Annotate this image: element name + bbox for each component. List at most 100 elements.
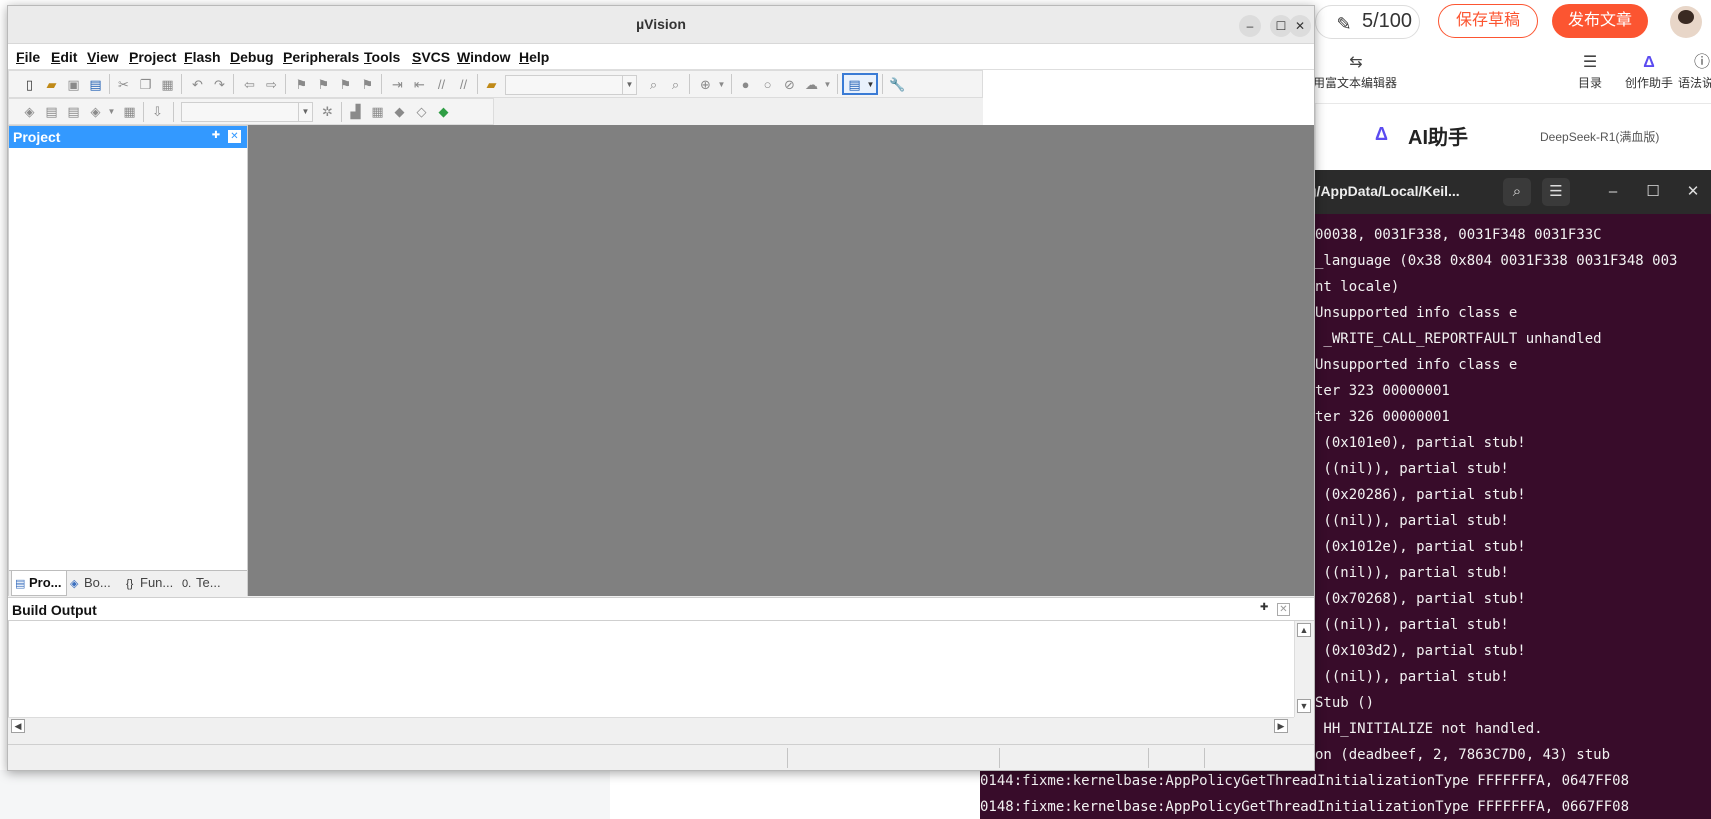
avatar[interactable]	[1670, 6, 1702, 38]
scroll-right-icon[interactable]: ▶	[1274, 719, 1288, 733]
ai-model-selector[interactable]: DeepSeek-R1(满血版)	[1540, 128, 1659, 145]
menu-view[interactable]: View	[87, 49, 119, 65]
status-divider	[787, 748, 788, 768]
file-extensions-icon[interactable]: ▟	[347, 103, 364, 120]
horizontal-scrollbar[interactable]: ◀ ▶	[8, 717, 1294, 735]
manage-components-icon[interactable]: ▦	[369, 103, 386, 120]
breakpoint-icon[interactable]: ○	[759, 76, 776, 93]
chevron-down-icon[interactable]: ▼	[713, 76, 730, 93]
minimize-icon[interactable]: –	[1599, 178, 1627, 206]
list-icon: ☰	[1582, 54, 1598, 71]
tab-project[interactable]: ▤ Pro...	[11, 571, 67, 596]
build-output-title: Build Output	[12, 602, 97, 618]
undo-icon[interactable]: ↶	[189, 76, 206, 93]
stop-build-icon[interactable]: ▦	[121, 103, 138, 120]
bookmark-next-icon[interactable]: ⚑	[337, 76, 354, 93]
terminal-line-text: nt locale)	[1315, 279, 1400, 295]
save-all-icon[interactable]: ▤	[87, 76, 104, 93]
maximize-icon[interactable]: ☐	[1639, 178, 1667, 206]
scroll-left-icon[interactable]: ◀	[11, 719, 25, 733]
configure-icon[interactable]: 🔧	[889, 76, 906, 93]
menu-edit[interactable]: Edit	[51, 49, 77, 65]
paste-icon[interactable]: ▦	[159, 76, 176, 93]
save-draft-button[interactable]: 保存草稿	[1438, 4, 1538, 38]
rebuild-icon[interactable]: ▤	[65, 103, 82, 120]
chevron-down-icon: ▼	[298, 103, 312, 121]
menu-project[interactable]: Project	[129, 49, 176, 65]
find-icon[interactable]: ⌕	[645, 76, 662, 93]
toolbar-separator	[181, 74, 182, 94]
breakpoint-enable-icon[interactable]: ⊘	[781, 76, 798, 93]
cut-icon[interactable]: ✂	[115, 76, 132, 93]
software-packs-icon[interactable]: ◇	[413, 103, 430, 120]
find-in-files-icon[interactable]: ▰	[483, 76, 500, 93]
find-combo[interactable]: ▼	[505, 75, 637, 95]
minimize-button[interactable]: –	[1239, 15, 1261, 37]
bookmark-prev-icon[interactable]: ⚑	[315, 76, 332, 93]
toc-button[interactable]: ☰ 目录	[1570, 52, 1610, 91]
indent-icon[interactable]: ⇥	[389, 76, 406, 93]
scroll-down-icon[interactable]: ▼	[1297, 699, 1311, 713]
bookmark-icon[interactable]: ⚑	[293, 76, 310, 93]
batch-build-icon[interactable]: ◈	[87, 103, 104, 120]
menu-debug[interactable]: Debug	[230, 49, 274, 65]
search-icon[interactable]: ⌕	[1503, 178, 1531, 206]
open-folder-icon[interactable]: ▰	[43, 76, 60, 93]
editor-area[interactable]	[248, 125, 1314, 596]
pin-icon[interactable]: ✚	[1260, 602, 1268, 613]
menu-tools[interactable]: Tools	[364, 49, 400, 65]
chevron-down-icon[interactable]: ▼	[103, 103, 120, 120]
pack-installer-icon[interactable]: ◆	[435, 103, 452, 120]
menu-icon[interactable]: ☰	[1542, 178, 1570, 206]
status-divider	[1148, 748, 1149, 768]
tab-functions[interactable]: {} Fun...	[123, 571, 179, 596]
menu-help[interactable]: Help	[519, 49, 549, 65]
target-options-icon[interactable]: ✲	[319, 103, 336, 120]
bookmark-clear-icon[interactable]: ⚑	[359, 76, 376, 93]
copy-icon[interactable]: ❐	[137, 76, 154, 93]
window-layout-selector[interactable]: ▤ ▼	[842, 73, 878, 95]
publish-button[interactable]: 发布文章	[1552, 4, 1648, 38]
nav-forward-icon[interactable]: ⇨	[263, 76, 280, 93]
close-icon[interactable]: ✕	[1277, 603, 1290, 616]
comment-icon[interactable]: //	[433, 76, 450, 93]
project-tree[interactable]	[9, 148, 247, 570]
unindent-icon[interactable]: ⇤	[411, 76, 428, 93]
close-icon[interactable]: ✕	[1679, 178, 1707, 206]
target-combo[interactable]: ▼	[181, 102, 313, 122]
menu-mnemonic: P	[129, 49, 139, 65]
scroll-up-icon[interactable]: ▲	[1297, 623, 1311, 637]
terminal-line-text: ((nil)), partial stub!	[1315, 513, 1509, 529]
pin-icon[interactable]: ✚	[209, 129, 223, 143]
menu-window[interactable]: Window	[457, 49, 511, 65]
build-output-text[interactable]	[8, 621, 1294, 717]
tab-books[interactable]: ◈ Bo...	[67, 571, 123, 596]
close-icon[interactable]: ✕	[228, 130, 241, 143]
download-icon[interactable]: ⇩	[149, 103, 166, 120]
terminal-line-text: Unsupported info class e	[1315, 357, 1518, 373]
save-icon[interactable]: ▣	[65, 76, 82, 93]
menu-svcs[interactable]: SVCS	[412, 49, 450, 65]
menu-peripherals[interactable]: Peripherals	[283, 49, 359, 65]
build-icon[interactable]: ▤	[43, 103, 60, 120]
menu-flash[interactable]: Flash	[184, 49, 221, 65]
new-file-icon[interactable]: ▯	[21, 76, 38, 93]
syntax-help-button[interactable]: ⓘ 语法说明	[1672, 52, 1711, 91]
breakpoint-kill-icon[interactable]: ☁	[803, 76, 820, 93]
incremental-find-icon[interactable]: ⌕	[667, 76, 684, 93]
redo-icon[interactable]: ↷	[211, 76, 228, 93]
magic-wand-icon[interactable]: ✎	[1328, 8, 1360, 40]
uvision-window[interactable]: µVision – ☐ ✕ File Edit View Project Flash De…	[7, 5, 1315, 771]
zoom-icon[interactable]: ⊕	[697, 76, 714, 93]
vertical-scrollbar[interactable]: ▲ ▼	[1294, 621, 1314, 717]
uncomment-icon[interactable]: //	[455, 76, 472, 93]
tab-templates[interactable]: 0. Te...	[179, 571, 245, 596]
chevron-down-icon[interactable]: ▼	[819, 76, 836, 93]
menu-file[interactable]: File	[16, 49, 40, 65]
translate-icon[interactable]: ◈	[21, 103, 38, 120]
select-packs-icon[interactable]: ◆	[391, 103, 408, 120]
close-button[interactable]: ✕	[1289, 15, 1311, 37]
nav-back-icon[interactable]: ⇦	[241, 76, 258, 93]
rich-text-toggle[interactable]: ⇆ 使用富文本编辑器	[1300, 52, 1412, 91]
debug-start-icon[interactable]: ●	[737, 76, 754, 93]
